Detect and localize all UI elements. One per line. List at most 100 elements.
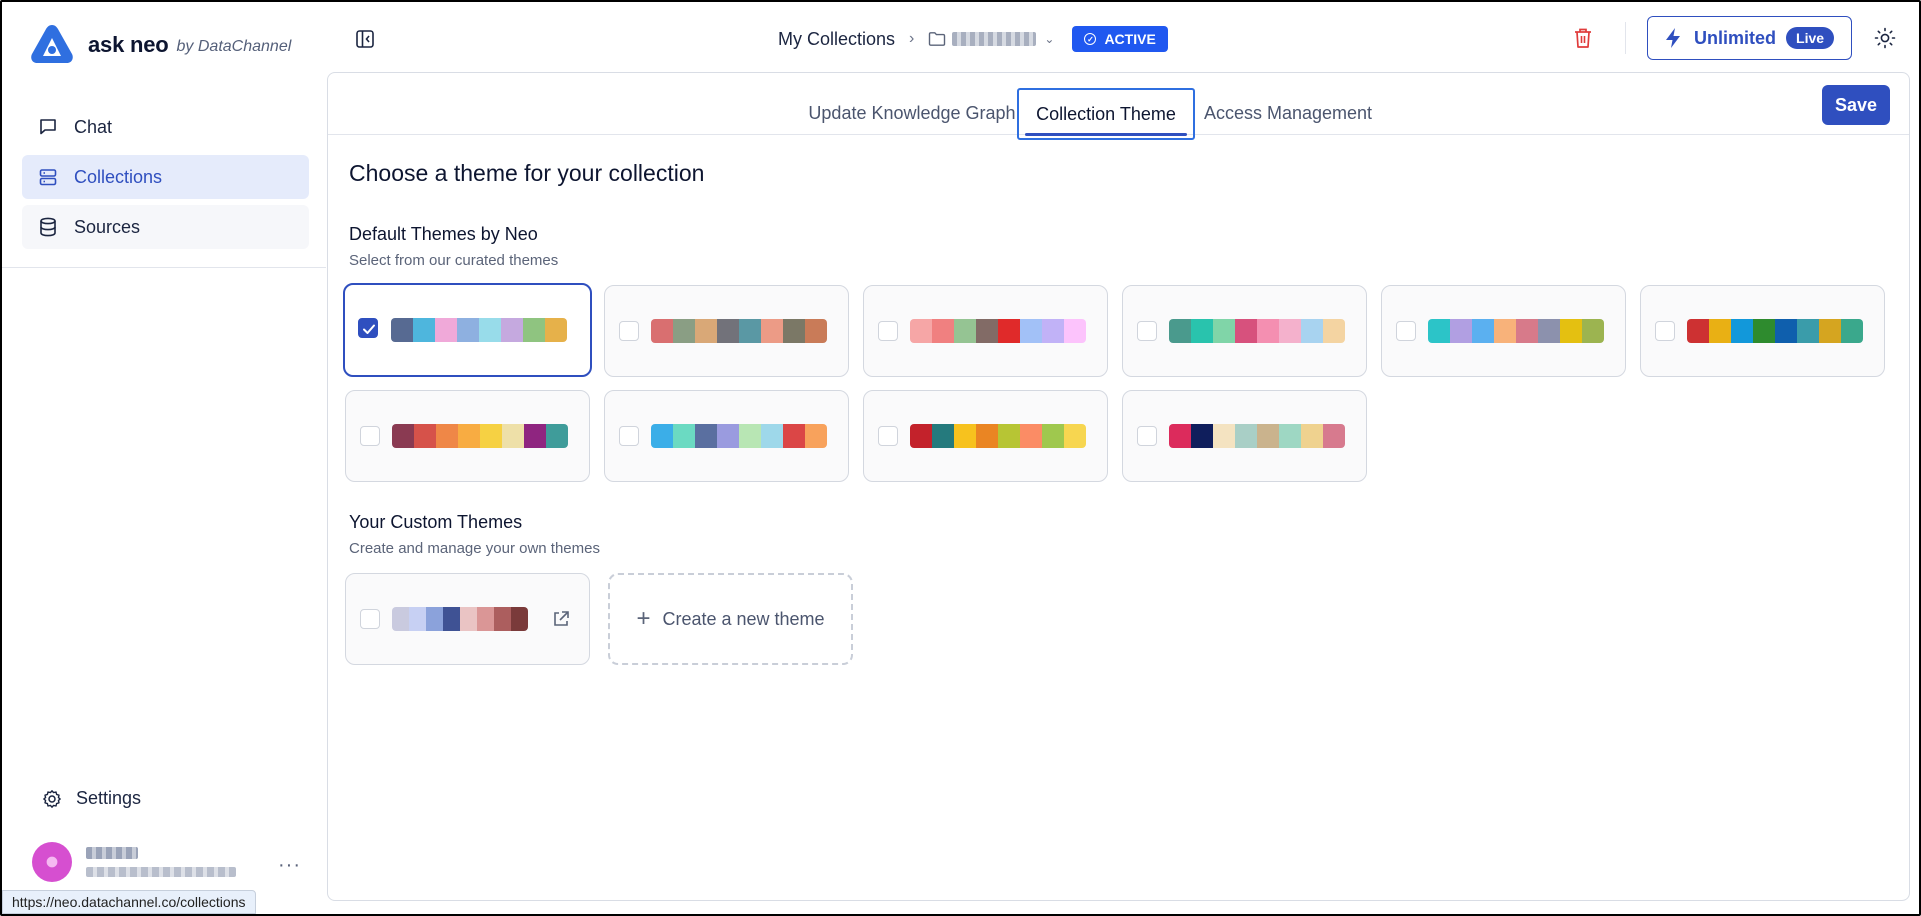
color-swatch — [1731, 319, 1753, 343]
color-swatch — [1169, 319, 1191, 343]
color-swatch — [976, 319, 998, 343]
color-swatches — [1169, 424, 1345, 448]
tab-collection-theme[interactable]: Collection Theme — [1017, 88, 1195, 140]
color-swatch — [651, 319, 673, 343]
color-swatch — [1494, 319, 1516, 343]
theme-card[interactable] — [343, 283, 592, 377]
tab-access-management[interactable]: Access Management — [1195, 89, 1381, 137]
color-swatch — [524, 424, 546, 448]
theme-card[interactable] — [1122, 390, 1367, 482]
color-swatch — [1213, 424, 1235, 448]
color-swatch — [1213, 319, 1235, 343]
theme-card[interactable] — [604, 390, 849, 482]
color-swatch — [1235, 424, 1257, 448]
theme-card[interactable] — [1122, 285, 1367, 377]
color-swatch — [739, 319, 761, 343]
color-swatch — [426, 607, 443, 631]
color-swatch — [998, 424, 1020, 448]
theme-checkbox[interactable] — [878, 426, 898, 446]
theme-card[interactable] — [345, 573, 590, 665]
app-logo[interactable]: ask neo by DataChannel — [28, 22, 291, 68]
color-swatch — [414, 424, 436, 448]
sidebar-divider — [2, 267, 326, 268]
breadcrumb-my-collections[interactable]: My Collections — [778, 29, 895, 50]
theme-card[interactable] — [863, 285, 1108, 377]
color-swatch — [1472, 319, 1494, 343]
default-themes-subtitle: Select from our curated themes — [349, 252, 559, 269]
color-swatch — [1020, 319, 1042, 343]
color-swatch — [761, 319, 783, 343]
sidebar-toggle-icon[interactable] — [354, 28, 376, 50]
app-byline: by DataChannel — [176, 38, 292, 55]
theme-card[interactable] — [863, 390, 1108, 482]
color-swatch — [1064, 424, 1086, 448]
theme-checkbox[interactable] — [878, 321, 898, 341]
color-swatch — [1709, 319, 1731, 343]
theme-checkbox[interactable] — [358, 318, 378, 338]
color-swatch — [1042, 424, 1064, 448]
theme-card[interactable] — [1640, 285, 1885, 377]
more-options-button[interactable]: ··· — [278, 854, 301, 877]
status-bar-url: https://neo.datachannel.co/collections — [2, 890, 256, 914]
gear-icon — [43, 789, 61, 808]
theme-toggle-sun-icon[interactable] — [1874, 27, 1896, 49]
color-swatch — [761, 424, 783, 448]
status-badge-label: ACTIVE — [1104, 31, 1156, 47]
lightning-icon — [1666, 28, 1680, 48]
trash-icon[interactable] — [1572, 26, 1594, 50]
color-swatch — [1235, 319, 1257, 343]
color-swatch — [1753, 319, 1775, 343]
color-swatch — [998, 319, 1020, 343]
tab-label: Collection Theme — [1036, 103, 1176, 124]
theme-checkbox[interactable] — [360, 609, 380, 629]
color-swatch — [1819, 319, 1841, 343]
tab-update-knowledge-graph[interactable]: Update Knowledge Graph — [794, 89, 1030, 137]
save-button[interactable]: Save — [1822, 85, 1890, 125]
sidebar-item-settings[interactable]: Settings — [42, 788, 141, 809]
theme-checkbox[interactable] — [1655, 321, 1675, 341]
color-swatches — [392, 424, 568, 448]
settings-label: Settings — [76, 788, 142, 808]
color-swatch — [954, 424, 976, 448]
theme-checkbox[interactable] — [619, 426, 639, 446]
ask-neo-logo-icon — [31, 25, 73, 63]
theme-checkbox[interactable] — [1137, 426, 1157, 446]
custom-themes-heading: Your Custom Themes — [349, 512, 523, 532]
color-swatch — [1775, 319, 1797, 343]
color-swatch — [523, 318, 545, 342]
color-swatch — [392, 424, 414, 448]
color-swatch — [1841, 319, 1863, 343]
theme-card[interactable] — [1381, 285, 1626, 377]
color-swatch — [1301, 319, 1323, 343]
theme-checkbox[interactable] — [360, 426, 380, 446]
default-themes-heading: Default Themes by Neo — [349, 224, 538, 244]
create-theme-button[interactable]: + Create a new theme — [608, 573, 853, 665]
theme-card[interactable] — [345, 390, 590, 482]
color-swatch — [546, 424, 568, 448]
theme-checkbox[interactable] — [619, 321, 639, 341]
theme-checkbox[interactable] — [1137, 321, 1157, 341]
theme-checkbox[interactable] — [1396, 321, 1416, 341]
color-swatches — [1428, 319, 1604, 343]
color-swatch — [457, 318, 479, 342]
color-swatch — [443, 607, 460, 631]
theme-card[interactable] — [604, 285, 849, 377]
user-profile[interactable] — [32, 842, 236, 882]
sidebar-item-collections[interactable]: Collections — [22, 155, 309, 199]
sidebar-item-sources[interactable]: Sources — [22, 205, 309, 249]
color-swatch — [391, 318, 413, 342]
color-swatches — [391, 318, 567, 342]
color-swatch — [976, 424, 998, 448]
color-swatch — [392, 607, 409, 631]
page-title: Choose a theme for your collection — [349, 160, 705, 186]
external-link-icon[interactable] — [551, 609, 571, 629]
color-swatch — [458, 424, 480, 448]
color-swatch — [1064, 319, 1086, 343]
chevron-down-icon[interactable]: ⌄ — [1044, 32, 1054, 46]
create-theme-label: Create a new theme — [662, 608, 825, 629]
plan-button[interactable]: Unlimited Live — [1647, 16, 1852, 60]
sidebar-item-chat[interactable]: Chat — [22, 105, 309, 149]
color-swatch — [1279, 319, 1301, 343]
color-swatch — [1279, 424, 1301, 448]
collection-name-blurred[interactable] — [952, 32, 1037, 46]
